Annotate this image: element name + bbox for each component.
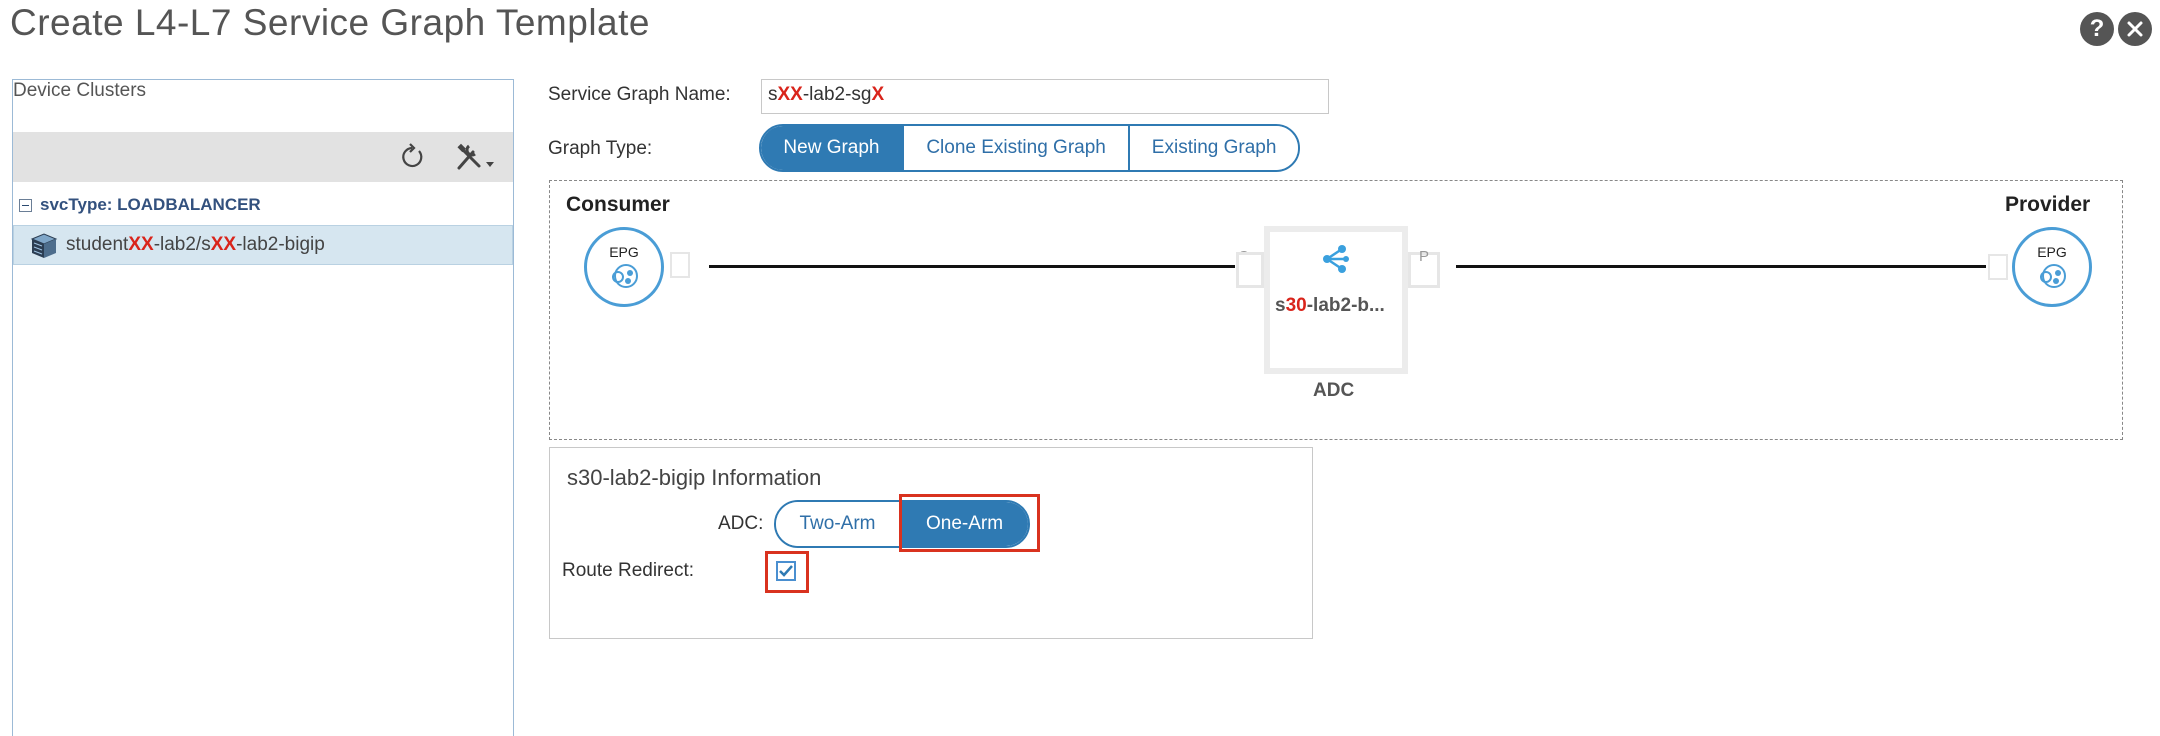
provider-epg-node[interactable]: EPG: [2012, 227, 2092, 307]
provider-label: Provider: [2005, 193, 2091, 216]
service-graph-name-input[interactable]: sXX-lab2-sgX: [761, 79, 1329, 114]
provider-connector: [1988, 254, 2008, 280]
adc-node-type: ADC: [1313, 380, 1355, 401]
node-consumer-port: [1236, 252, 1264, 288]
graph-type-label: Graph Type:: [548, 138, 653, 159]
provider-connection-line: [1456, 265, 1986, 268]
node-information-title: s30-lab2-bigip Information: [567, 465, 822, 490]
tools-menu-icon[interactable]: [453, 140, 503, 174]
provider-epg-label: EPG: [2037, 244, 2067, 260]
graph-type-new-graph[interactable]: New Graph: [761, 126, 902, 170]
graph-type-segmented-control: New Graph Clone Existing Graph Existing …: [759, 124, 1300, 172]
share-icon: [1320, 242, 1352, 281]
provider-connector-label: P: [1419, 248, 1430, 265]
service-graph-name-label: Service Graph Name:: [548, 84, 731, 105]
server-icon: [28, 231, 60, 259]
one-arm-highlight: [899, 494, 1040, 552]
route-redirect-label: Route Redirect:: [562, 560, 695, 581]
consumer-epg-label: EPG: [609, 244, 639, 260]
route-redirect-checkbox[interactable]: [776, 561, 796, 581]
epg-icon: [2040, 264, 2066, 288]
collapse-icon[interactable]: [19, 198, 32, 212]
group-svctype-loadbalancer[interactable]: svcType: LOADBALANCER: [13, 191, 513, 219]
device-clusters-toolbar: [13, 132, 513, 182]
epg-icon: [612, 264, 638, 288]
device-cluster-item[interactable]: studentXX-lab2/sXX-lab2-bigip: [13, 225, 513, 265]
consumer-epg-node[interactable]: EPG: [584, 227, 664, 307]
group-label: svcType: LOADBALANCER: [40, 195, 261, 214]
adc-mode-label: ADC:: [718, 513, 764, 534]
page-title: Create L4-L7 Service Graph Template: [10, 2, 650, 43]
device-clusters-title: Device Clusters: [13, 80, 147, 101]
device-cluster-item-label: studentXX-lab2/sXX-lab2-bigip: [66, 234, 325, 255]
device-clusters-panel: Device Clusters svcType: LOADBALANCER st…: [12, 79, 514, 736]
refresh-icon[interactable]: [397, 142, 427, 172]
checkmark-icon: [779, 565, 793, 577]
header-icons: ?: [2080, 12, 2152, 46]
adc-node-name: s30-lab2-b...: [1275, 295, 1385, 316]
close-icon[interactable]: [2118, 12, 2152, 46]
graph-type-existing[interactable]: Existing Graph: [1128, 126, 1298, 170]
consumer-label: Consumer: [566, 193, 670, 216]
consumer-connector: [670, 252, 690, 278]
consumer-connection-line: [709, 265, 1235, 268]
help-icon[interactable]: ?: [2080, 12, 2114, 46]
adc-mode-two-arm[interactable]: Two-Arm: [776, 502, 900, 546]
graph-type-clone-existing[interactable]: Clone Existing Graph: [901, 126, 1129, 170]
